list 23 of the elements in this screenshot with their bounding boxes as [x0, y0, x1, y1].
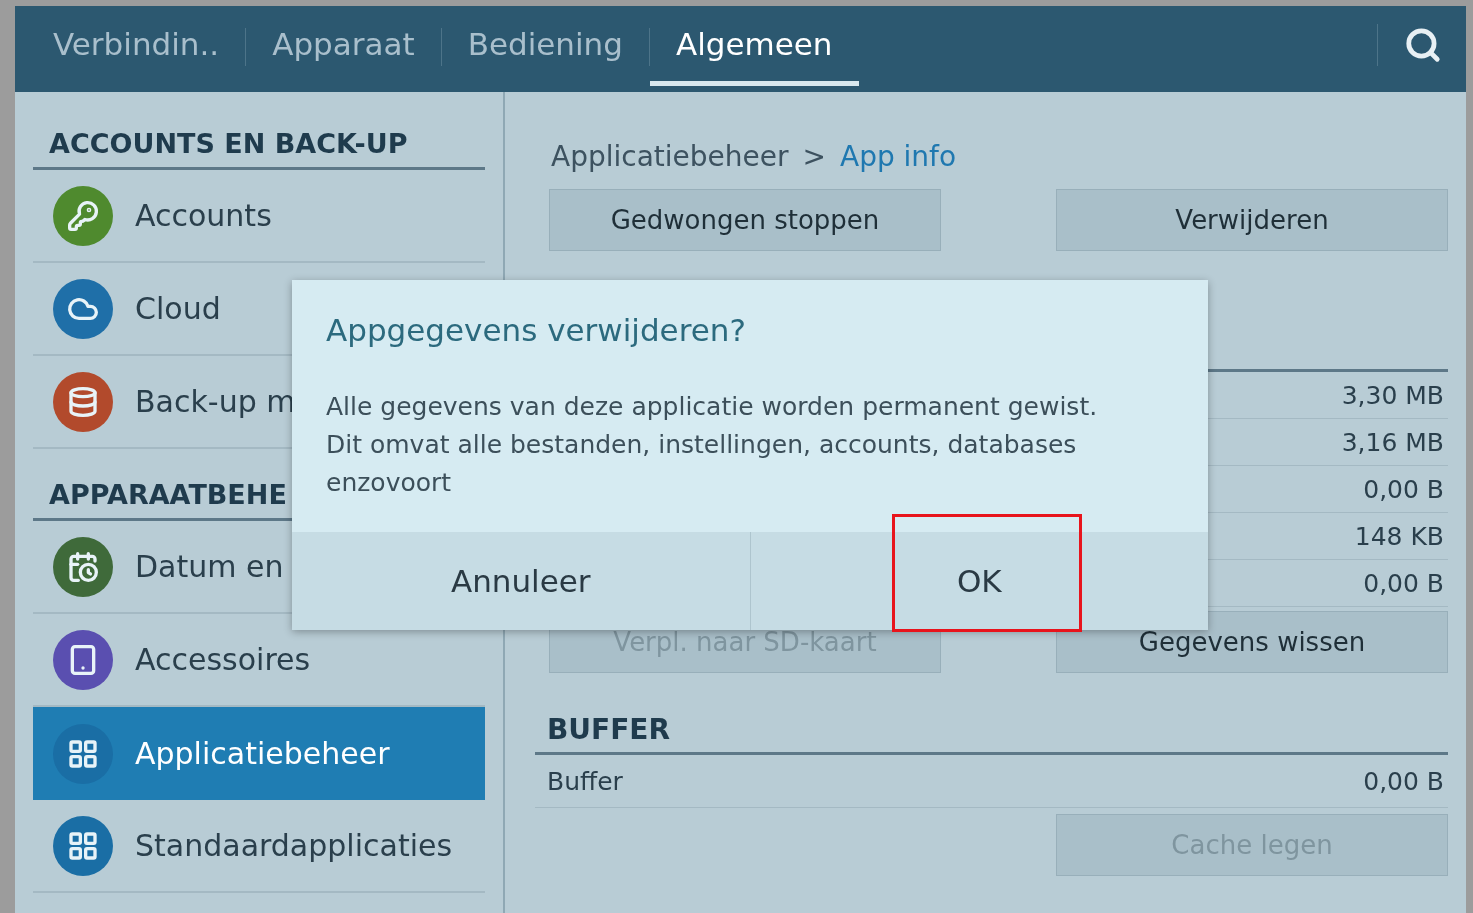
section-header: BUFFER: [535, 713, 1448, 755]
action-button[interactable]: Gedwongen stoppen: [549, 189, 941, 251]
section-header: ACCOUNTS EN BACK-UP: [33, 128, 485, 170]
row-label: Buffer: [547, 766, 623, 796]
tab[interactable]: Algemeen: [649, 6, 859, 86]
action-button[interactable]: Verwijderen: [1056, 189, 1448, 251]
sidebar-item[interactable]: Accounts: [33, 170, 485, 263]
search-icon: [1404, 26, 1442, 64]
storage-value: 148 KB: [1354, 521, 1444, 551]
row-value: 0,00 B: [1363, 766, 1444, 796]
dialog-button[interactable]: OK: [749, 532, 1208, 630]
tab[interactable]: Verbindin..: [27, 6, 246, 86]
breadcrumb-current: App info: [840, 140, 957, 173]
storage-value: 3,30 MB: [1341, 380, 1444, 410]
breadcrumb-link[interactable]: Applicatiebeheer: [551, 140, 789, 173]
storage-value: 0,00 B: [1363, 474, 1444, 504]
tab[interactable]: Apparaat: [246, 6, 441, 86]
sidebar-item[interactable]: Applicatiebeheer: [33, 707, 485, 800]
storage-value: 3,16 MB: [1341, 427, 1444, 457]
tab[interactable]: Bediening: [441, 6, 649, 86]
storage-value: 0,00 B: [1363, 568, 1444, 598]
sidebar-item[interactable]: Standaardapplicaties: [33, 800, 485, 893]
breadcrumb-separator: >: [802, 140, 826, 173]
